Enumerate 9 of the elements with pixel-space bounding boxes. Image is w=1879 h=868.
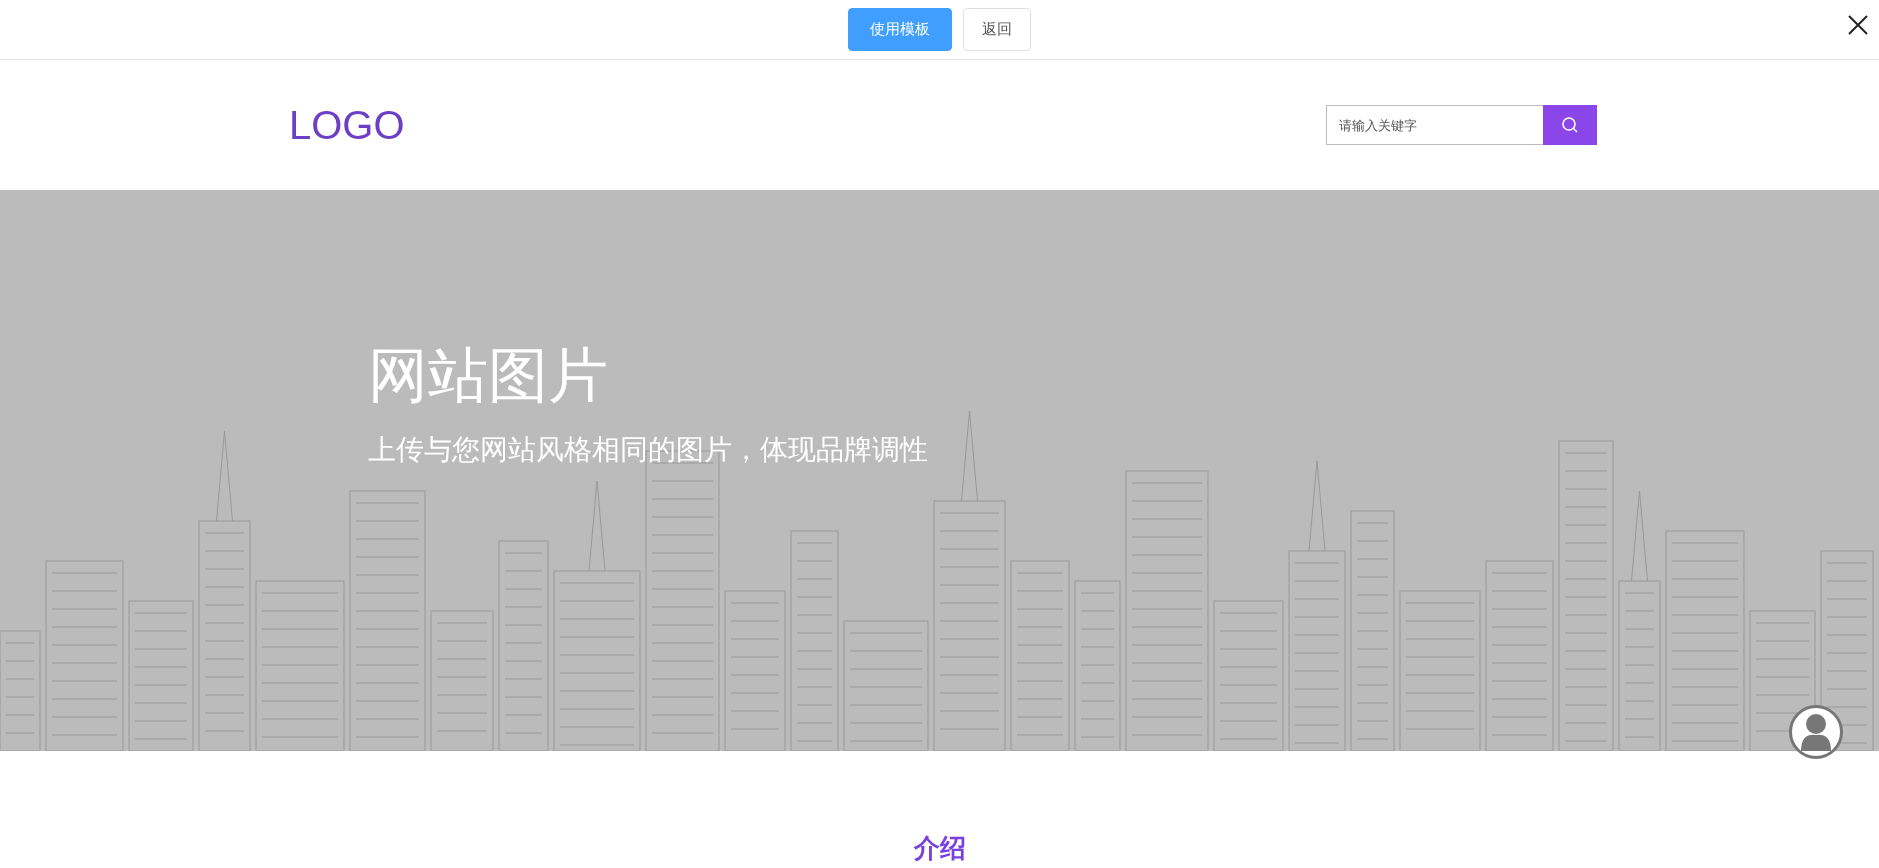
- hero-subtitle: 上传与您网站风格相同的图片，体现品牌调性: [368, 432, 928, 468]
- hero-title: 网站图片: [368, 339, 608, 412]
- back-button[interactable]: 返回: [963, 8, 1031, 51]
- search-button[interactable]: [1543, 105, 1597, 145]
- user-icon: [1799, 713, 1833, 751]
- section-title: 介绍: [913, 832, 966, 865]
- search-icon: [1561, 116, 1579, 134]
- logo: LOGO: [289, 102, 405, 148]
- search-field[interactable]: 请输入关键字: [1326, 105, 1543, 145]
